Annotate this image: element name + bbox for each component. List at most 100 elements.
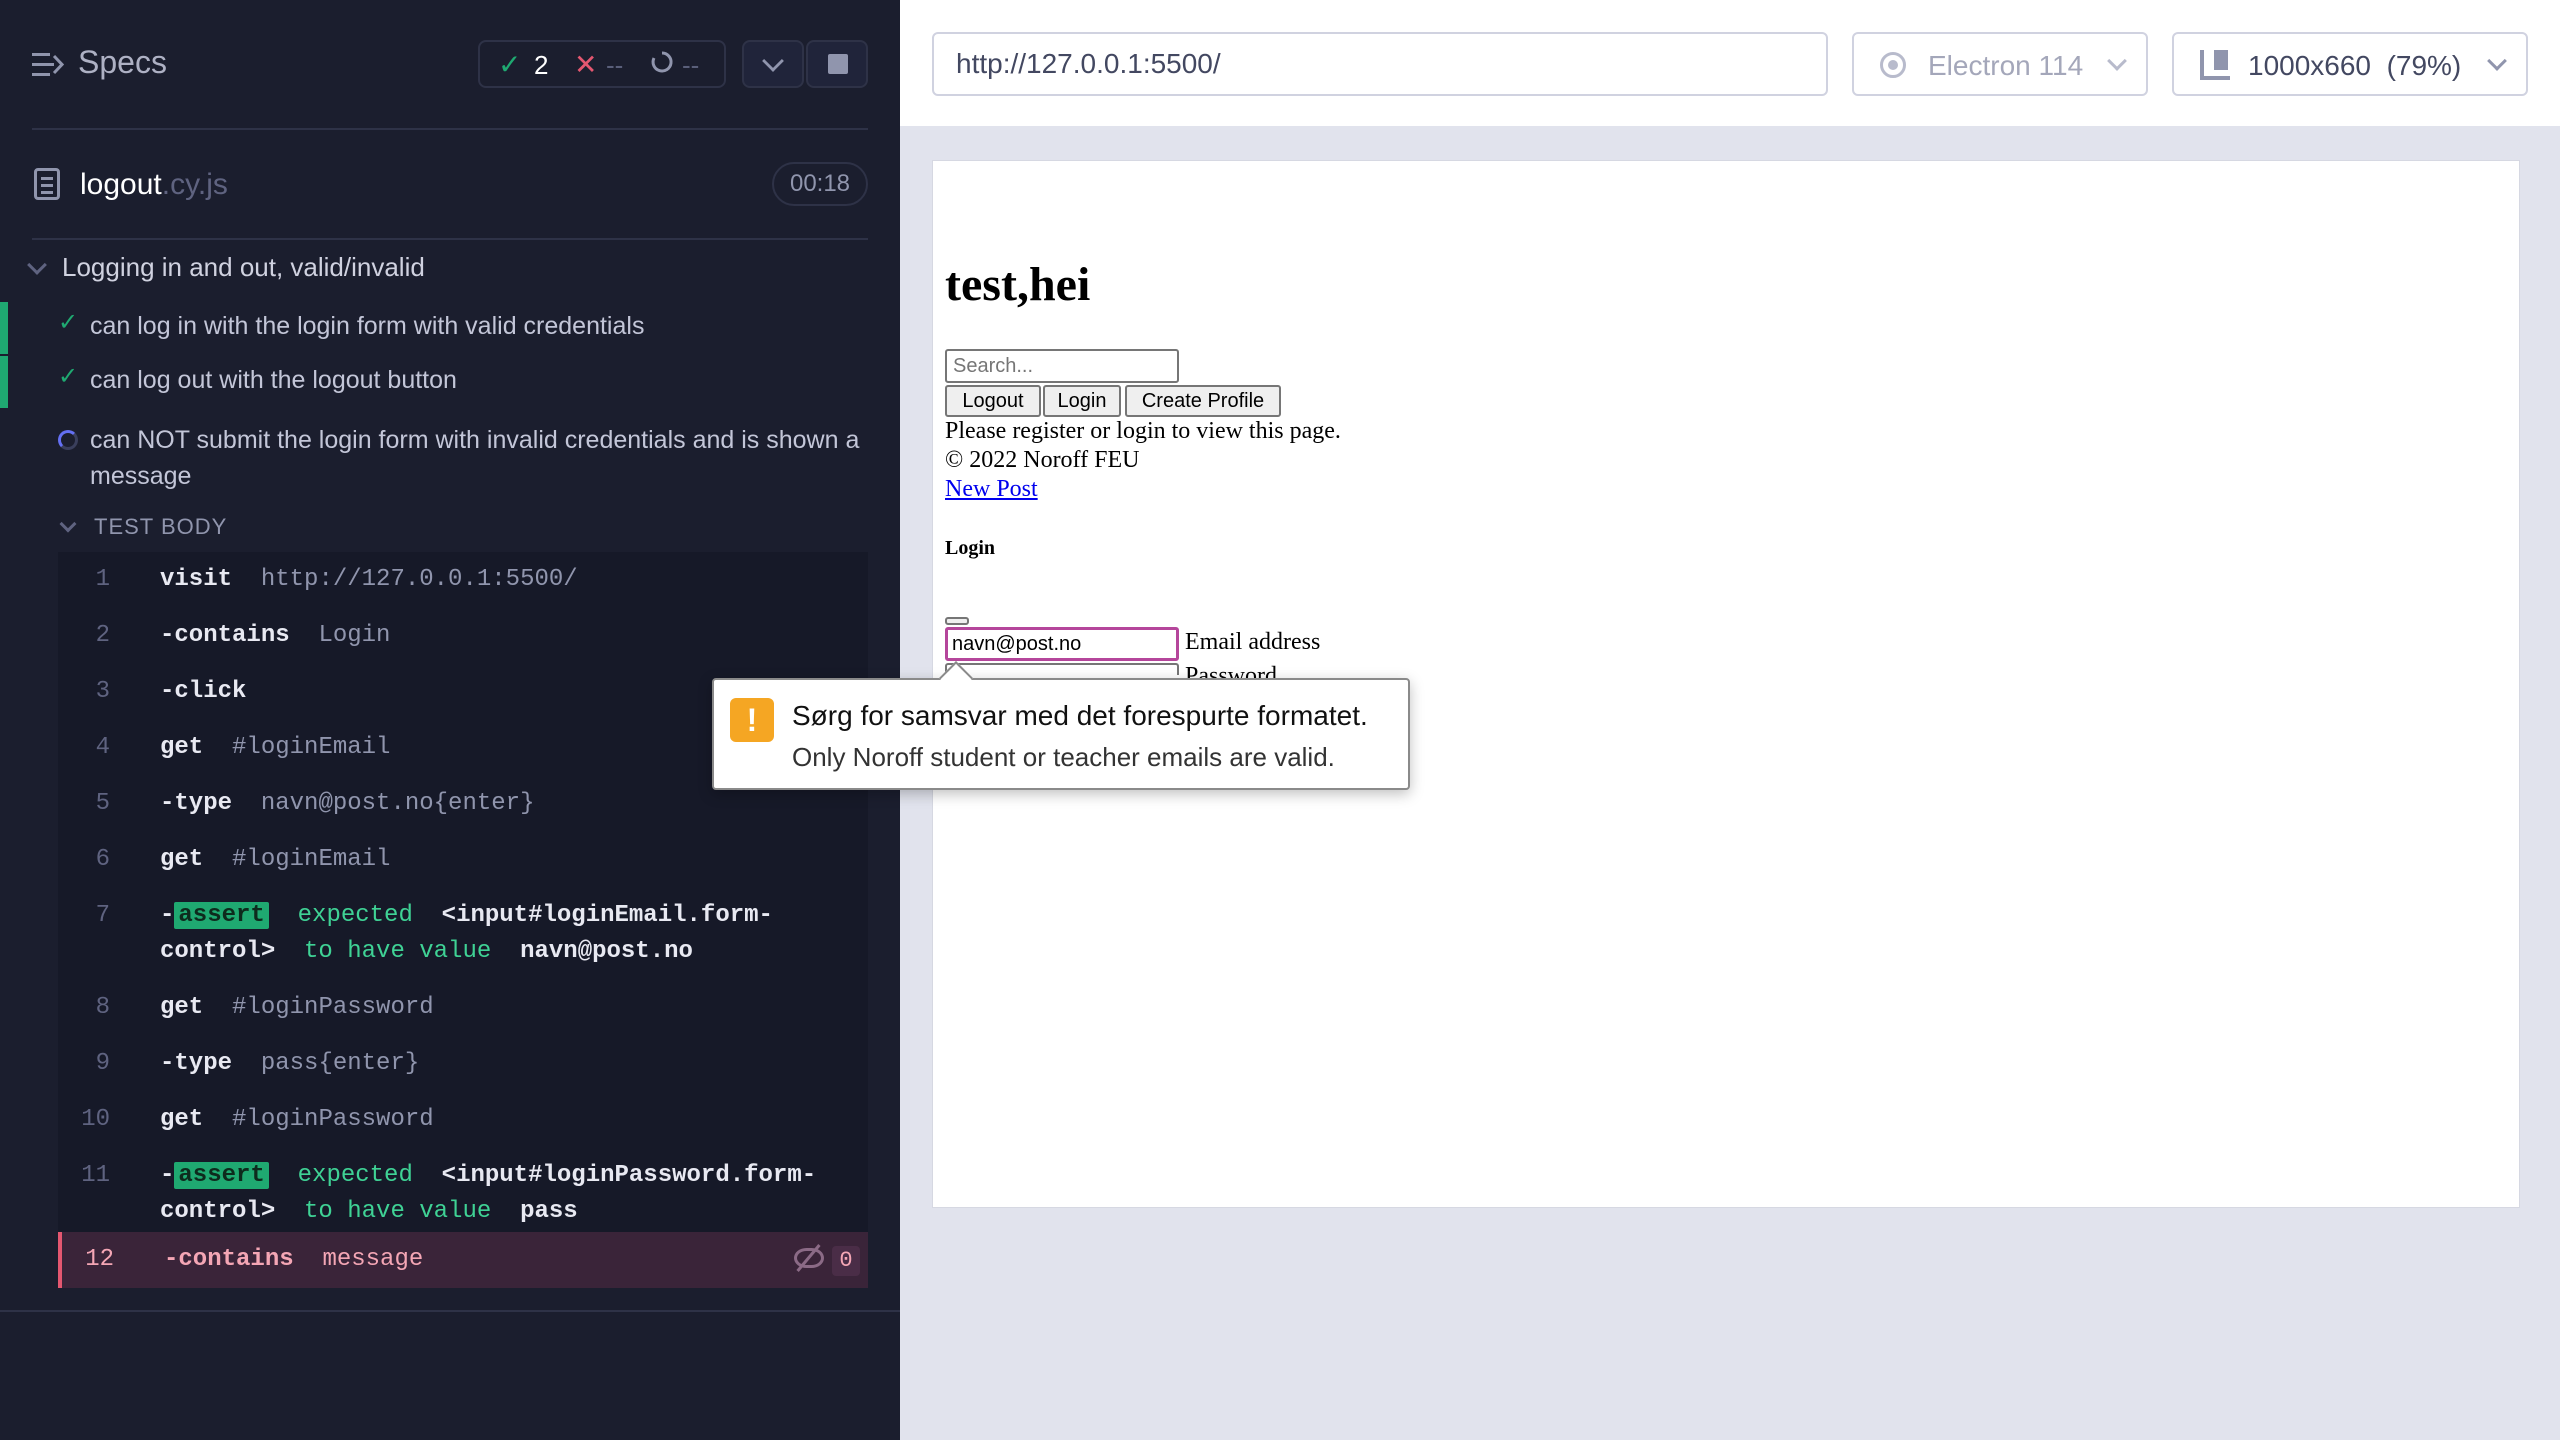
site-title: test,hei (945, 258, 1091, 311)
command-arg: navn@post.no{enter} (260, 790, 535, 817)
warning-icon: ! (730, 698, 774, 742)
command-number: 6 (95, 846, 110, 873)
assert-command-row[interactable]: 11 - assert expected <input#loginPassword… (58, 1148, 868, 1236)
copyright-text: © 2022 Noroff FEU (945, 447, 1140, 473)
assert-command-row[interactable]: 7 - assert expected <input#loginEmail.for… (58, 888, 868, 980)
assert-text: to have value (304, 938, 492, 965)
command-row[interactable]: 8 get #loginPassword (58, 980, 868, 1036)
command-row-pending[interactable]: 12 -contains message 0 (58, 1232, 868, 1288)
email-label: Email address (1185, 629, 1321, 655)
email-field[interactable]: navn@post.no (945, 627, 1179, 661)
command-row[interactable]: 9 -type pass{enter} (58, 1036, 868, 1092)
chevron-down-icon (59, 515, 77, 533)
tooltip-message: Only Noroff student or teacher emails ar… (792, 742, 1335, 772)
command-arg: #loginEmail (232, 846, 391, 873)
command-number: 10 (81, 1106, 110, 1133)
browser-name: Electron 114 (1928, 50, 2084, 81)
pending-icon (651, 51, 673, 73)
test-item-running[interactable]: can NOT submit the login form with inval… (0, 416, 900, 496)
create-profile-button[interactable]: Create Profile (1125, 385, 1281, 417)
assert-text: expected (297, 1162, 413, 1189)
command-number: 2 (95, 622, 110, 649)
command-name: -contains (164, 1246, 294, 1273)
tooltip-title: Sørg for samsvar med det forespurte form… (792, 700, 1368, 731)
file-ext-text: .cy.js (161, 168, 228, 201)
chevron-down-icon (27, 255, 47, 275)
assert-subject: <input#loginPassword.form- (441, 1162, 817, 1189)
login-heading: Login (945, 537, 996, 559)
stop-button[interactable] (806, 40, 868, 88)
test-title: can log out with the logout button (90, 366, 457, 394)
expand-collapse-button[interactable] (742, 40, 804, 88)
spec-file-name[interactable]: logout.cy.js (80, 168, 228, 202)
command-row[interactable]: 6 get #loginEmail (58, 832, 868, 888)
specs-label[interactable]: Specs (78, 44, 167, 81)
command-arg: Login (318, 622, 391, 649)
command-name: get (160, 1106, 204, 1133)
chevron-down-icon (2107, 51, 2127, 71)
test-body-label: TEST BODY (94, 514, 228, 539)
test-stats: ✓ 2 ✕ -- -- (478, 40, 726, 88)
command-arg: #loginPassword (232, 994, 434, 1021)
spec-file-header: logout.cy.js 00:18 (0, 150, 900, 220)
modal-close-button[interactable] (945, 617, 969, 625)
command-arg: message (322, 1246, 424, 1273)
command-number: 12 (85, 1246, 114, 1273)
viewport-ruler-icon (2200, 50, 2230, 80)
specs-list-icon[interactable] (32, 50, 64, 80)
command-row[interactable]: 2 -contains Login (58, 608, 868, 664)
command-number: 1 (95, 566, 110, 593)
assert-text: to have value (304, 1198, 492, 1225)
assert-subject: control> (160, 938, 276, 965)
assert-text: expected (297, 902, 413, 929)
divider (0, 1310, 900, 1312)
command-row[interactable]: 1 visit http://127.0.0.1:5500/ (58, 552, 868, 608)
check-icon: ✓ (498, 49, 522, 80)
suite-title-row[interactable]: Logging in and out, valid/invalid (0, 246, 900, 292)
new-post-link[interactable]: New Post (945, 475, 1038, 504)
failed-count: -- (606, 50, 624, 80)
document-icon (34, 168, 60, 200)
running-spinner-icon (58, 430, 78, 450)
test-item-passed[interactable]: ✓ can log in with the login form with va… (0, 302, 900, 354)
test-item-passed[interactable]: ✓ can log out with the logout button (0, 356, 900, 408)
browser-selector[interactable]: Electron 114 (1852, 32, 2148, 96)
viewport-selector[interactable]: 1000x660 (79%) (2172, 32, 2528, 96)
command-arg: pass{enter} (260, 1050, 420, 1077)
search-input[interactable]: Search... (945, 349, 1179, 383)
suite-title: Logging in and out, valid/invalid (62, 252, 425, 282)
test-title: can NOT submit the login form with inval… (90, 426, 860, 490)
command-name: -contains (160, 622, 290, 649)
validation-tooltip: ! Sørg for samsvar med det forespurte fo… (712, 661, 1410, 790)
assert-value: navn@post.no (520, 938, 693, 965)
command-number: 7 (95, 902, 110, 929)
command-number: 11 (81, 1162, 110, 1189)
assert-badge: assert (174, 902, 269, 929)
command-name: visit (160, 566, 233, 593)
reporter-header: Specs ✓ 2 ✕ -- -- (0, 0, 900, 128)
assert-value: pass (520, 1198, 578, 1225)
cross-icon: ✕ (574, 49, 598, 80)
password-label: Password (1185, 663, 1278, 679)
login-button[interactable]: Login (1043, 385, 1121, 417)
command-log: 1 visit http://127.0.0.1:5500/ 2 -contai… (58, 552, 868, 1288)
command-arg: http://127.0.0.1:5500/ (260, 566, 578, 593)
command-number: 9 (95, 1050, 110, 1077)
info-message: Please register or login to view this pa… (945, 418, 1341, 444)
command-name: get (160, 734, 204, 761)
check-icon: ✓ (58, 309, 79, 336)
command-name: -type (160, 1050, 233, 1077)
divider (32, 128, 868, 130)
command-number: 4 (95, 734, 110, 761)
duration-badge: 00:18 (772, 162, 868, 206)
url-bar[interactable]: http://127.0.0.1:5500/ (932, 32, 1828, 96)
password-field[interactable] (945, 663, 1179, 675)
pass-indicator-bar (0, 356, 8, 408)
command-row[interactable]: 10 get #loginPassword (58, 1092, 868, 1148)
check-icon: ✓ (58, 363, 79, 390)
divider (32, 238, 868, 240)
assert-badge: assert (174, 1162, 269, 1189)
command-name: -type (160, 790, 233, 817)
logout-button[interactable]: Logout (945, 385, 1041, 417)
file-name-text: logout (80, 168, 162, 201)
